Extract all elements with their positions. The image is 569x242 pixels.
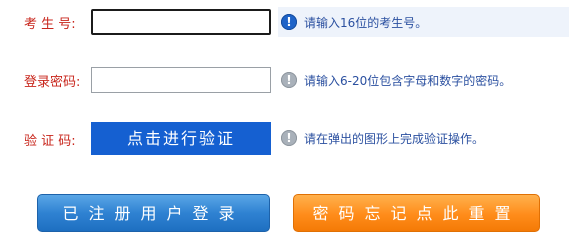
forgot-password-reset-button[interactable]: 密码忘记点此重置 <box>293 194 540 232</box>
exam-number-label: 考 生 号: <box>24 17 76 32</box>
verification-hint: 请在弹出的图形上完成验证操作。 <box>304 132 485 146</box>
start-verification-button[interactable]: 点击进行验证 <box>91 122 271 155</box>
exam-number-hint: 请输入16位的考生号。 <box>304 16 428 30</box>
registered-user-login-button[interactable]: 已注册用户登录 <box>37 194 270 232</box>
verification-label: 验 证 码: <box>24 134 76 149</box>
password-input[interactable] <box>91 67 271 93</box>
info-icon: ! <box>281 72 297 88</box>
verification-row: 验 证 码: 点击进行验证 ! 请在弹出的图形上完成验证操作。 <box>0 122 569 155</box>
exam-number-input[interactable] <box>91 9 271 35</box>
info-icon: ! <box>281 14 297 30</box>
password-hint: 请输入6-20位包含字母和数字的密码。 <box>304 74 512 88</box>
info-icon: ! <box>281 130 297 146</box>
password-label: 登录密码: <box>24 75 81 90</box>
exam-number-row: 考 生 号: ! 请输入16位的考生号。 <box>0 7 569 37</box>
password-row: 登录密码: ! 请输入6-20位包含字母和数字的密码。 <box>0 65 569 95</box>
